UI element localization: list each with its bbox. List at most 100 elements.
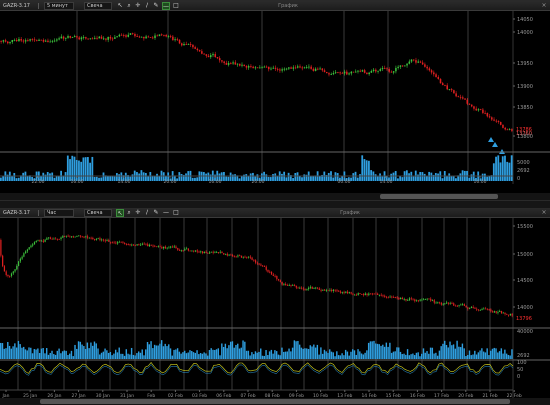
- candle-body: [203, 251, 205, 254]
- chart-type-select[interactable]: Свеча: [84, 2, 112, 10]
- candle-body: [375, 69, 377, 72]
- scroll-thumb[interactable]: [380, 194, 498, 199]
- candle-body: [163, 246, 165, 249]
- candle-body: [508, 129, 511, 130]
- candle-body: [507, 314, 510, 316]
- candle-body: [339, 72, 341, 74]
- candle-body: [366, 293, 368, 296]
- volume-bar: [398, 347, 400, 359]
- volume-bar: [458, 346, 460, 359]
- volume-bar: [53, 177, 56, 181]
- volume-bar: [254, 351, 257, 359]
- line-tool-icon[interactable]: —: [162, 209, 170, 217]
- ruler-tool-icon[interactable]: ∕: [143, 209, 151, 217]
- volume-bar: [382, 344, 384, 359]
- volume-bar: [313, 344, 315, 359]
- candle-body: [39, 240, 41, 242]
- candle-body: [415, 60, 417, 63]
- volume-bar: [312, 176, 315, 181]
- candle-body: [359, 293, 361, 294]
- scroll-thumb[interactable]: [40, 399, 510, 404]
- timeframe-select[interactable]: 5 минут: [44, 2, 74, 10]
- volume-bar: [35, 349, 37, 359]
- candle-body: [486, 308, 488, 310]
- candle-body: [167, 36, 170, 37]
- volume-bar: [356, 177, 359, 181]
- draw-tool-icon[interactable]: ✎: [152, 2, 160, 10]
- ruler-tool-icon[interactable]: ∕: [143, 2, 151, 10]
- crosshair-tool-icon[interactable]: ✛: [134, 2, 142, 10]
- candle-body: [431, 300, 434, 302]
- volume-bar: [56, 350, 59, 359]
- volume-bar: [397, 178, 399, 181]
- time-tick-label: 14:00: [380, 179, 393, 184]
- volume-bar: [293, 340, 296, 359]
- candle-body: [42, 240, 44, 242]
- zoom-tool-icon[interactable]: ⌕: [125, 209, 133, 217]
- zoom-tool-icon[interactable]: ⌕: [125, 2, 133, 10]
- draw-tool-icon[interactable]: ✎: [152, 209, 160, 217]
- price-chart-5min[interactable]: 1376013786140001405013950139001385013800…: [0, 11, 550, 184]
- volume-bar: [306, 348, 308, 359]
- ticker-label[interactable]: GAZR-3.17: [3, 208, 30, 218]
- candle-body: [249, 256, 251, 258]
- volume-bar: [95, 343, 97, 359]
- candle-body: [438, 302, 441, 304]
- volume-bar: [233, 347, 235, 359]
- volume-bar: [99, 354, 101, 359]
- close-icon[interactable]: ×: [540, 209, 548, 217]
- close-icon[interactable]: ×: [540, 2, 548, 10]
- volume-bar: [452, 344, 455, 359]
- volume-bar: [508, 162, 511, 181]
- chart-type-select[interactable]: Свеча: [84, 209, 112, 217]
- volume-bar: [389, 342, 391, 359]
- candle-body: [283, 68, 286, 70]
- candle-body: [116, 36, 118, 38]
- volume-bar: [219, 355, 221, 359]
- volume-bar: [277, 354, 280, 359]
- volume-bar: [245, 174, 248, 181]
- volume-bar: [164, 343, 166, 359]
- candle-body: [488, 116, 491, 118]
- rectangle-tool-icon[interactable]: □: [172, 2, 180, 10]
- line-tool-icon[interactable]: —: [162, 2, 170, 10]
- candle-body: [242, 256, 244, 258]
- volume-bar: [130, 347, 133, 359]
- volume-bar: [58, 348, 60, 359]
- candle-body: [186, 248, 188, 250]
- candle-body: [454, 305, 457, 307]
- candle-body: [481, 309, 483, 311]
- candle-body: [14, 269, 16, 272]
- crosshair-tool-icon[interactable]: ✛: [134, 209, 142, 217]
- candle-body: [267, 269, 269, 272]
- volume-bar: [222, 346, 225, 359]
- volume-bar: [150, 341, 152, 359]
- candle-body: [234, 62, 237, 65]
- volume-bar: [89, 162, 92, 181]
- ticker-label[interactable]: GAZR-3.17: [3, 1, 30, 11]
- cursor-tool-icon[interactable]: ↖: [116, 209, 124, 217]
- candle-body: [176, 39, 179, 41]
- candle-body: [281, 282, 283, 285]
- timeframe-select[interactable]: Час: [44, 209, 74, 217]
- cursor-tool-icon[interactable]: ↖: [116, 2, 124, 10]
- candle-body: [328, 73, 330, 75]
- rectangle-tool-icon[interactable]: □: [172, 209, 180, 217]
- candle-body: [30, 245, 32, 248]
- time-tick-label: 22:00: [32, 179, 45, 184]
- oscillator-tick-label: 100: [517, 360, 527, 366]
- chart-scrollbar[interactable]: [0, 193, 550, 200]
- candle-body: [117, 242, 119, 244]
- candle-body: [384, 295, 386, 297]
- volume-bar: [80, 161, 83, 181]
- volume-bar: [291, 347, 294, 359]
- candle-body: [368, 293, 370, 296]
- volume-bar: [104, 348, 106, 359]
- candle-body: [196, 250, 198, 252]
- candle-body: [173, 246, 175, 248]
- candle-body: [276, 68, 279, 70]
- volume-bar: [49, 352, 51, 359]
- price-chart-hourly[interactable]: 13796 15500 15000 14500 14000 40000 2692100500…: [0, 218, 550, 398]
- candle-body: [469, 308, 471, 309]
- candle-body: [511, 129, 513, 131]
